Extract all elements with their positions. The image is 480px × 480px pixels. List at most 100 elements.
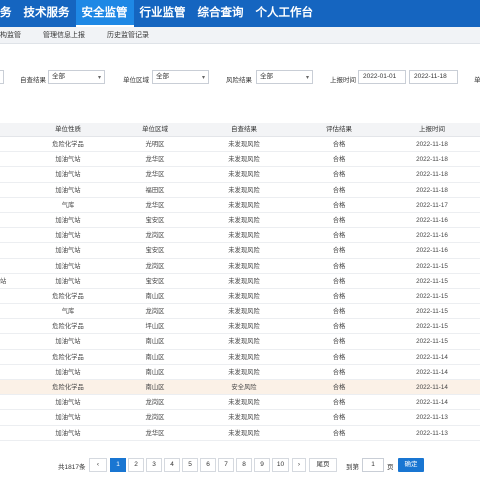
page-button-5[interactable]: 5 [182, 458, 198, 472]
table-row[interactable]: 加油气站 南山区 未发现风险 合格 2022-11-15 [0, 334, 480, 350]
last-page-button[interactable]: 尾页 [309, 458, 337, 472]
nav-item-tech-service[interactable]: 技术服务 [18, 0, 76, 27]
risk-select[interactable]: 全部 ▾ [256, 70, 313, 84]
cut-off-field[interactable] [0, 70, 4, 84]
cell-unit-name [0, 395, 20, 410]
header-region: 单位区域 [142, 126, 168, 133]
cell-self-check: 未发现风险 [228, 201, 260, 209]
cell-report-time: 2022-11-15 [416, 292, 448, 300]
cell-unit-type: 加油气站 [55, 414, 81, 422]
nav-item-comprehensive-query[interactable]: 综合查询 [192, 0, 250, 27]
cell-unit-type: 加油气站 [55, 338, 81, 346]
page-button-9[interactable]: 9 [254, 458, 270, 472]
page-button-4[interactable]: 4 [164, 458, 180, 472]
nav-item-safety-supervision[interactable]: 安全监管 [75, 0, 134, 27]
page-button-8[interactable]: 8 [236, 458, 252, 472]
cell-evaluation: 合格 [332, 247, 346, 255]
cell-region: 龙岗区 [145, 414, 165, 422]
cell-unit-name [0, 410, 20, 425]
cell-unit-type: 危险化学品 [52, 353, 84, 361]
table-row[interactable]: 加油气站 宝安区 未发现风险 合格 2022-11-16 [0, 243, 480, 259]
cell-self-check: 未发现风险 [228, 338, 260, 346]
table-row[interactable]: 危险化学品 光明区 未发现风险 合格 2022-11-18 [0, 137, 480, 153]
prev-page-button[interactable]: ‹ [89, 458, 107, 472]
cell-report-time: 2022-11-15 [416, 338, 448, 346]
cell-self-check: 未发现风险 [228, 171, 260, 179]
self-check-select[interactable]: 全部 ▾ [48, 70, 105, 84]
table-row[interactable]: 加油气站 龙岗区 未发现风险 合格 2022-11-13 [0, 410, 480, 426]
cell-unit-type: 加油气站 [55, 277, 81, 285]
table-row[interactable]: 加油气站 龙华区 未发现风险 合格 2022-11-18 [0, 152, 480, 168]
table-row[interactable]: 加油气站 龙华区 未发现风险 合格 2022-11-13 [0, 426, 480, 441]
table-row[interactable]: 危险化学品 南山区 未发现风险 合格 2022-11-14 [0, 350, 480, 365]
cell-unit-type: 加油气站 [55, 399, 81, 407]
next-page-button[interactable]: › [292, 458, 306, 472]
nav-item-partial[interactable]: 务 [0, 0, 18, 27]
cell-report-time: 2022-11-15 [416, 323, 448, 331]
page-button-3[interactable]: 3 [146, 458, 162, 472]
cell-self-check: 未发现风险 [228, 308, 260, 316]
sub-nav-org-supervision[interactable]: 构监管 [0, 30, 21, 40]
cell-evaluation: 合格 [332, 429, 346, 437]
report-time-label: 上报时间 [330, 77, 356, 84]
cell-unit-name [0, 198, 20, 213]
cell-self-check: 未发现风险 [228, 353, 260, 361]
table-row[interactable]: 加油气站 宝安区 未发现风险 合格 2022-11-16 [0, 213, 480, 229]
header-report-time: 上报时间 [419, 126, 445, 133]
cell-unit-type: 加油气站 [55, 247, 81, 255]
cell-evaluation: 合格 [332, 156, 346, 164]
table-row[interactable]: 危险化学品 坪山区 未发现风险 合格 2022-11-15 [0, 319, 480, 335]
cell-evaluation: 合格 [332, 414, 346, 422]
cell-region: 龙岗区 [145, 232, 165, 240]
table-row[interactable]: 加油气站 龙华区 未发现风险 合格 2022-11-18 [0, 167, 480, 183]
cell-region: 坪山区 [145, 323, 165, 331]
table-body: 危险化学品 光明区 未发现风险 合格 2022-11-18 加油气站 龙华区 未发现风险 合格 2… [0, 137, 480, 441]
table-row[interactable]: 加油气站 龙岗区 未发现风险 合格 2022-11-16 [0, 228, 480, 244]
cell-evaluation: 合格 [332, 277, 346, 285]
goto-page-input[interactable]: 1 [362, 458, 384, 472]
self-check-label: 自查结果 [20, 77, 46, 84]
cell-region: 宝安区 [145, 247, 165, 255]
cell-region: 龙岗区 [145, 399, 165, 407]
total-count: 共1817条 [58, 464, 86, 471]
sub-nav-history-records[interactable]: 历史监管记录 [107, 30, 149, 40]
confirm-button[interactable]: 确定 [398, 458, 424, 472]
cell-unit-type: 加油气站 [55, 429, 81, 437]
cell-region: 宝安区 [145, 277, 165, 285]
cell-report-time: 2022-11-13 [416, 429, 448, 437]
nav-item-personal-workbench[interactable]: 个人工作台 [250, 0, 320, 27]
cell-unit-type: 加油气站 [55, 186, 81, 194]
table-row[interactable]: 危险化学品 南山区 未发现风险 合格 2022-11-15 [0, 289, 480, 305]
table-row[interactable]: 气库 龙华区 未发现风险 合格 2022-11-17 [0, 198, 480, 213]
region-select[interactable]: 全部 ▾ [152, 70, 209, 84]
cell-unit-type: 加油气站 [55, 156, 81, 164]
cell-region: 龙华区 [145, 156, 165, 164]
table-row[interactable]: 危险化学品 南山区 安全风险 合格 2022-11-14 [0, 380, 480, 396]
cell-unit-type: 加油气站 [55, 232, 81, 240]
table-row[interactable]: 站 加油气站 宝安区 未发现风险 合格 2022-11-15 [0, 274, 480, 289]
page-button-6[interactable]: 6 [200, 458, 216, 472]
nav-item-industry-supervision[interactable]: 行业监管 [134, 0, 192, 27]
page-button-7[interactable]: 7 [218, 458, 234, 472]
table-row[interactable]: 气库 龙岗区 未发现风险 合格 2022-11-15 [0, 304, 480, 320]
table-row[interactable]: 加油气站 南山区 未发现风险 合格 2022-11-14 [0, 365, 480, 380]
cell-self-check: 未发现风险 [228, 262, 260, 270]
page-button-1[interactable]: 1 [110, 458, 126, 472]
page-button-2[interactable]: 2 [128, 458, 144, 472]
cell-report-time: 2022-11-14 [416, 368, 448, 376]
table-row[interactable]: 加油气站 龙岗区 未发现风险 合格 2022-11-14 [0, 395, 480, 411]
date-to-input[interactable]: 2022-11-18 [409, 70, 458, 84]
region-label: 单位区域 [123, 77, 149, 84]
cell-unit-name [0, 380, 20, 395]
cell-evaluation: 合格 [332, 171, 346, 179]
page-button-10[interactable]: 10 [272, 458, 289, 472]
cell-region: 龙华区 [145, 171, 165, 179]
date-from-input[interactable]: 2022-01-01 [358, 70, 406, 84]
cell-unit-name: 站 [0, 277, 7, 285]
cell-unit-name [0, 259, 20, 274]
table-row[interactable]: 加油气站 福田区 未发现风险 合格 2022-11-18 [0, 183, 480, 198]
sub-nav-info-report[interactable]: 管理信息上报 [43, 30, 85, 40]
cut-off-label: 单 [474, 77, 480, 84]
cell-unit-name [0, 319, 20, 334]
table-row[interactable]: 加油气站 龙岗区 未发现风险 合格 2022-11-15 [0, 259, 480, 274]
